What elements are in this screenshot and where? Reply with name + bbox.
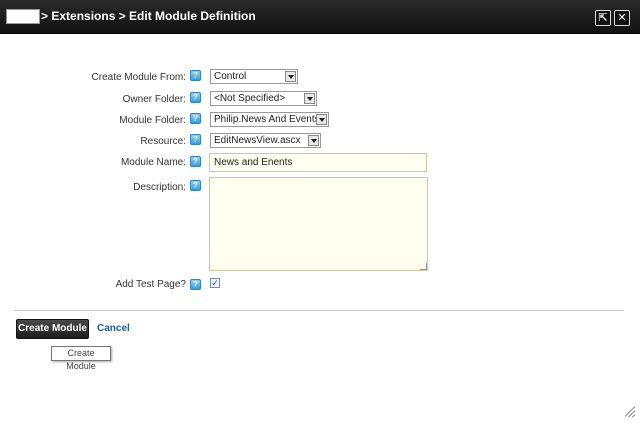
create-module-from-select[interactable]: Control — [210, 69, 298, 84]
module-name-input[interactable] — [209, 153, 427, 172]
resource-select[interactable]: EditNewsView.ascx — [210, 133, 321, 148]
create-module-from-label: Create Module From: — [91, 72, 186, 83]
window-title: > Extensions > Edit Module Definition — [41, 9, 256, 23]
row-module-name: Module Name: ? — [0, 153, 640, 173]
owner-folder-label: Owner Folder: — [122, 94, 186, 105]
row-module-folder: Module Folder: ? Philip.News And Events — [0, 112, 640, 132]
module-folder-select[interactable]: Philip.News And Events — [210, 112, 329, 127]
help-icon[interactable]: ? — [190, 134, 201, 145]
help-icon[interactable]: ? — [190, 113, 201, 124]
checkmark-icon: ✓ — [211, 278, 219, 288]
chevron-down-icon[interactable] — [316, 114, 327, 125]
cancel-link[interactable]: Cancel — [97, 323, 130, 334]
help-icon[interactable]: ? — [190, 70, 201, 81]
help-icon[interactable]: ? — [190, 180, 201, 191]
help-icon[interactable]: ? — [190, 279, 201, 290]
redacted-breadcrumb-root — [6, 9, 40, 24]
module-name-label: Module Name: — [120, 157, 186, 168]
module-folder-label: Module Folder: — [119, 115, 186, 126]
row-add-test-page: Add Test Page? ? — [0, 278, 640, 298]
create-module-tooltip: Create Module — [51, 346, 111, 371]
help-icon[interactable]: ? — [190, 92, 201, 103]
resize-grip-icon[interactable] — [420, 263, 427, 270]
window-resize-icon[interactable] — [622, 404, 636, 418]
close-icon[interactable]: ✕ — [614, 10, 630, 26]
create-module-button[interactable]: Create Module — [16, 319, 89, 339]
description-label: Description: — [133, 182, 186, 193]
row-resource: Resource: ? EditNewsView.ascx — [0, 133, 640, 153]
chevron-down-icon[interactable] — [304, 93, 315, 104]
window-titlebar: > Extensions > Edit Module Definition ⇱ … — [0, 0, 640, 34]
chevron-down-icon[interactable] — [308, 135, 319, 146]
help-icon[interactable]: ? — [190, 156, 201, 167]
add-test-page-checkbox[interactable]: ✓ — [210, 278, 220, 288]
resource-label: Resource: — [140, 136, 186, 147]
create-module-from-value: Control — [214, 71, 247, 82]
row-owner-folder: Owner Folder: ? <Not Specified> — [0, 91, 640, 111]
add-test-page-label: Add Test Page? — [115, 279, 186, 290]
chevron-down-icon[interactable] — [285, 71, 296, 82]
maximize-icon[interactable]: ⇱ — [595, 10, 611, 26]
owner-folder-value: <Not Specified> — [214, 93, 286, 104]
module-folder-value: Philip.News And Events — [214, 114, 320, 125]
owner-folder-select[interactable]: <Not Specified> — [210, 91, 317, 106]
row-create-module-from: Create Module From: ? Control — [0, 69, 640, 89]
divider — [14, 310, 624, 311]
description-textarea[interactable] — [209, 177, 428, 271]
resource-value: EditNewsView.ascx — [214, 135, 301, 146]
